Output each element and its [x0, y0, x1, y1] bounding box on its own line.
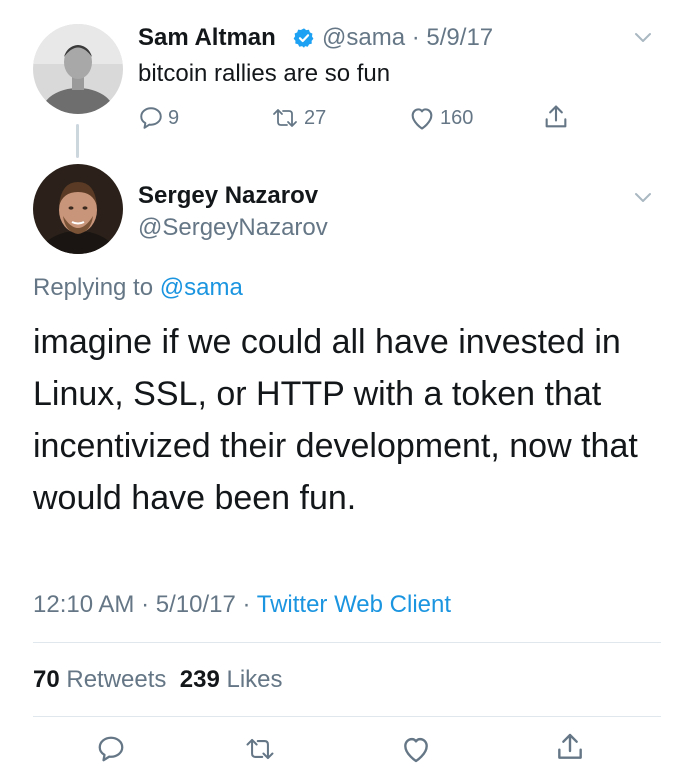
share-button[interactable]	[554, 731, 586, 768]
retweet-icon	[273, 109, 297, 127]
parent-share-button[interactable]	[542, 103, 570, 131]
tweet-date[interactable]: 5/10/17	[156, 591, 236, 618]
chevron-down-icon[interactable]	[634, 32, 652, 44]
parent-tweet-text: bitcoin rallies are so fun	[138, 60, 391, 87]
heart-icon	[404, 737, 428, 763]
divider-top	[33, 642, 661, 643]
likes-count: 239	[179, 666, 220, 693]
reply-author-handle[interactable]: @SergeyNazarov	[138, 214, 328, 242]
sergey-nazarov-avatar[interactable]	[33, 164, 123, 254]
parent-reply-count: 9	[168, 106, 180, 129]
reply-tweet-text: imagine if we could all have invested in…	[33, 323, 638, 517]
avatar-photo	[33, 24, 123, 114]
retweet-icon	[246, 738, 274, 760]
parent-author-name[interactable]: Sam Altman	[138, 24, 276, 52]
like-button[interactable]	[400, 734, 432, 769]
sam-altman-avatar[interactable]	[33, 24, 123, 114]
parent-retweet-count: 27	[304, 106, 327, 129]
retweets-label: Retweets	[66, 666, 167, 693]
avatar-photo	[33, 164, 123, 254]
meta-separator-2: ·	[242, 591, 251, 618]
retweet-button[interactable]	[243, 734, 277, 769]
meta-separator-1: ·	[141, 591, 150, 618]
retweets-stat[interactable]: 70 Retweets	[33, 666, 166, 693]
parent-handle-text[interactable]: @sama	[322, 24, 405, 51]
share-icon	[558, 733, 582, 759]
tweet-stats-line: 70 Retweets 239 Likes	[33, 666, 283, 694]
reply-icon	[140, 107, 162, 129]
tweet-timestamp-line: 12:10 AM · 5/10/17 · Twitter Web Client	[33, 591, 451, 619]
heart-icon	[411, 108, 433, 130]
parent-separator: ·	[411, 24, 420, 51]
replying-to-mention[interactable]: @sama	[160, 274, 243, 301]
divider-bottom	[33, 716, 661, 717]
verified-badge-icon	[293, 28, 314, 48]
parent-date[interactable]: 5/9/17	[426, 24, 493, 51]
tweet-client-link[interactable]: Twitter Web Client	[257, 591, 451, 618]
share-icon	[545, 105, 567, 128]
parent-like-button[interactable]: 160	[408, 105, 473, 131]
parent-reply-button[interactable]: 9	[138, 105, 179, 131]
likes-label: Likes	[226, 666, 283, 693]
replying-to-label: Replying to	[33, 274, 154, 301]
tweet-detail-view: Sam Altman @sama · 5/9/17 bitcoin rallie…	[0, 0, 683, 777]
replying-to-line: Replying to @sama	[33, 274, 243, 302]
parent-retweet-button[interactable]: 27	[270, 105, 326, 131]
parent-like-count: 160	[440, 106, 474, 129]
thread-connector-line	[76, 124, 79, 158]
reply-button[interactable]	[96, 734, 126, 769]
reply-author-name[interactable]: Sergey Nazarov	[138, 182, 318, 210]
parent-author-handle[interactable]: @sama · 5/9/17	[322, 24, 493, 52]
likes-stat[interactable]: 239 Likes	[180, 666, 283, 693]
retweets-count: 70	[33, 666, 60, 693]
reply-icon	[98, 736, 124, 762]
chevron-down-icon[interactable]	[634, 192, 652, 204]
tweet-time[interactable]: 12:10 AM	[33, 591, 134, 618]
